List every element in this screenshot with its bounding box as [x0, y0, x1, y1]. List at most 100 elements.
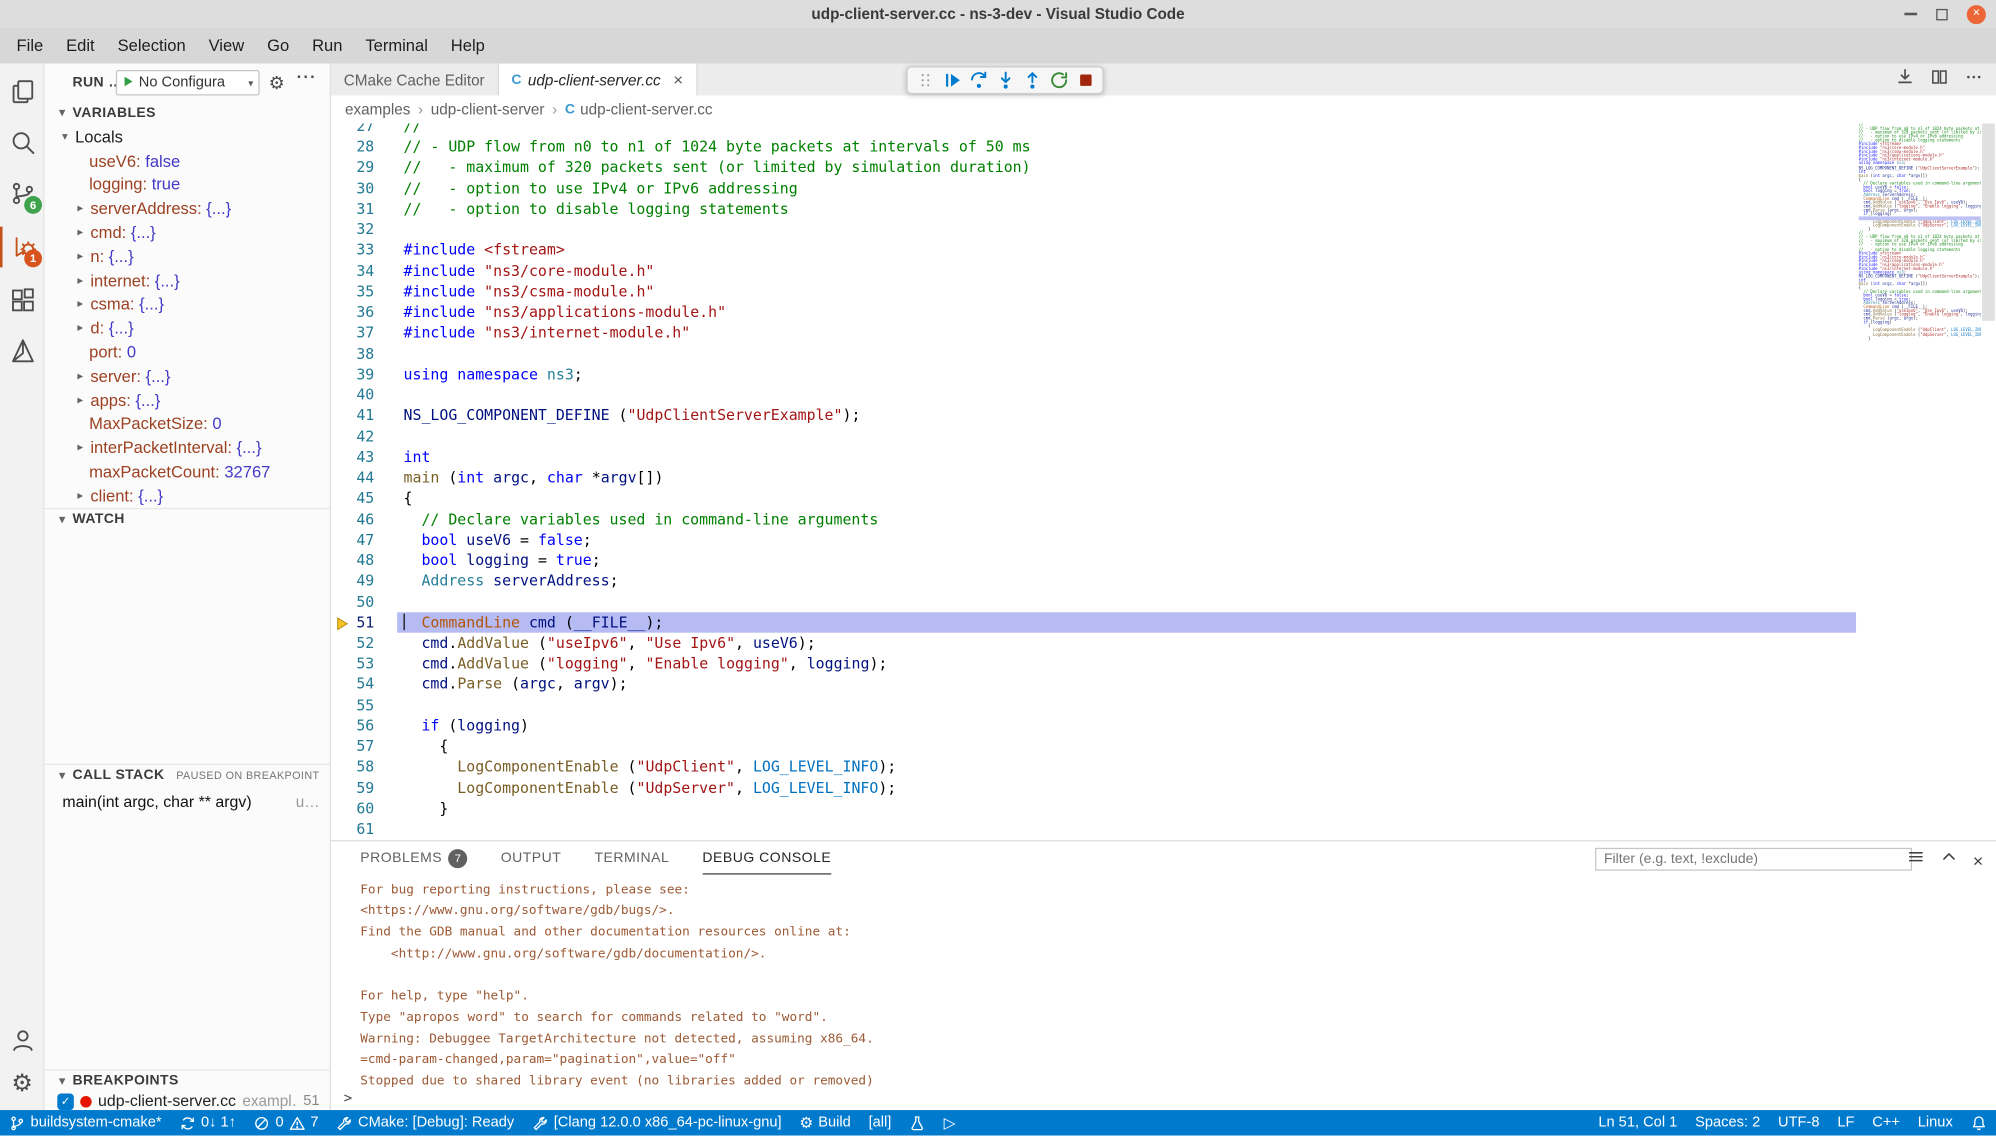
variable-row[interactable]: ▸d: {...} [45, 316, 330, 340]
panel-tab-terminal[interactable]: TERMINAL [594, 841, 669, 874]
breadcrumb-item[interactable]: udp-client-server.cc [580, 101, 712, 119]
variable-row[interactable]: ▸client: {...} [45, 484, 330, 508]
code-line[interactable]: 47 bool useV6 = false; [331, 529, 1996, 551]
code-line[interactable]: 28// - UDP flow from n0 to n1 of 1024 by… [331, 137, 1996, 159]
code-line[interactable]: 52 cmd.AddValue ("useIpv6", "Use Ipv6", … [331, 633, 1996, 655]
code-line[interactable]: 38 [331, 343, 1996, 365]
code-line[interactable]: 36#include "ns3/applications-module.h" [331, 302, 1996, 324]
cmake-icon[interactable] [0, 331, 45, 372]
code-line[interactable]: 57 { [331, 736, 1996, 758]
filter-input[interactable] [1595, 848, 1912, 871]
source-control-icon[interactable]: 6 [0, 173, 45, 214]
stop-icon[interactable] [1072, 67, 1099, 92]
variable-row[interactable]: port: 0 [45, 340, 330, 364]
code-line[interactable]: 29// - maximum of 320 packets sent (or l… [331, 157, 1996, 179]
code-line[interactable]: 46 // Declare variables used in command-… [331, 509, 1996, 531]
code-line[interactable]: 55 [331, 695, 1996, 717]
more-actions-icon[interactable] [1964, 67, 1983, 92]
menu-item-run[interactable]: Run [301, 28, 354, 64]
status-problems[interactable]: 07 [245, 1110, 328, 1135]
drag-handle-icon[interactable] [911, 67, 938, 92]
breakpoints-section-header[interactable]: ▾ BREAKPOINTS [45, 1069, 330, 1091]
status-kit[interactable]: [Clang 12.0.0 x86_64-pc-linux-gnu] [523, 1110, 790, 1135]
debug-config-dropdown[interactable]: No Configura ▾ [116, 70, 260, 95]
status-notifications[interactable] [1962, 1110, 1996, 1135]
code-line[interactable]: 42 [331, 426, 1996, 448]
menu-item-selection[interactable]: Selection [106, 28, 197, 64]
menu-item-go[interactable]: Go [256, 28, 301, 64]
code-line[interactable]: 34#include "ns3/core-module.h" [331, 261, 1996, 283]
menu-item-terminal[interactable]: Terminal [354, 28, 439, 64]
more-actions-icon[interactable]: ··· [297, 67, 317, 86]
console-filter[interactable] [1595, 847, 1912, 870]
close-panel-icon[interactable]: × [1973, 851, 1983, 869]
tab-cmake-cache-editor[interactable]: CMake Cache Editor [331, 64, 499, 96]
code-line[interactable]: 59 LogComponentEnable ("UdpServer", LOG_… [331, 777, 1996, 799]
status-language[interactable]: C++ [1863, 1110, 1909, 1135]
watch-section-header[interactable]: ▾ WATCH [45, 508, 330, 530]
chevron-up-icon[interactable] [1940, 848, 1958, 872]
output-lines-icon[interactable] [1907, 848, 1925, 872]
code-line[interactable]: 40 [331, 385, 1996, 407]
panel-tab-debug-console[interactable]: DEBUG CONSOLE [702, 841, 831, 874]
code-line[interactable]: 53 cmd.AddValue ("logging", "Enable logg… [331, 653, 1996, 675]
editor-scrollbar[interactable] [1981, 123, 1996, 570]
status-eol[interactable]: LF [1828, 1110, 1863, 1135]
call-stack-section-header[interactable]: ▾ CALL STACK PAUSED ON BREAKPOINT [45, 764, 330, 786]
step-out-icon[interactable] [1018, 67, 1045, 92]
search-icon[interactable] [0, 122, 45, 163]
variable-row[interactable]: ▸n: {...} [45, 244, 330, 268]
call-stack-frame[interactable]: main(int argc, char ** argv) u… [45, 789, 330, 813]
minimize-icon[interactable] [1904, 13, 1917, 16]
variable-row[interactable]: ▸internet: {...} [45, 268, 330, 292]
status-build[interactable]: ⚙Build [790, 1110, 859, 1135]
code-line[interactable]: 39using namespace ns3; [331, 364, 1996, 386]
tab-udp-client-server[interactable]: C udp-client-server.cc × [499, 64, 697, 96]
variable-row[interactable]: ▸cmd: {...} [45, 220, 330, 244]
menu-item-help[interactable]: Help [439, 28, 496, 64]
menu-item-edit[interactable]: Edit [55, 28, 106, 64]
download-icon[interactable] [1895, 67, 1914, 92]
variable-row[interactable]: logging: true [45, 173, 330, 197]
status-branch[interactable]: buildsystem-cmake* [0, 1110, 170, 1135]
code-editor[interactable]: 27//28// - UDP flow from n0 to n1 of 102… [331, 123, 1996, 840]
code-line[interactable]: 35#include "ns3/csma-module.h" [331, 281, 1996, 303]
code-line[interactable]: 44main (int argc, char *argv[]) [331, 467, 1996, 489]
variable-row[interactable]: ▸apps: {...} [45, 388, 330, 412]
code-line[interactable]: 30// - option to use IPv4 or IPv6 addres… [331, 178, 1996, 200]
code-line[interactable]: 48 bool logging = true; [331, 550, 1996, 572]
code-line[interactable]: 41NS_LOG_COMPONENT_DEFINE ("UdpClientSer… [331, 405, 1996, 427]
start-debug-icon[interactable] [122, 71, 135, 94]
account-icon[interactable] [0, 1020, 45, 1061]
status-launch[interactable]: ▷ [935, 1110, 965, 1135]
breadcrumb-item[interactable]: examples [345, 101, 410, 119]
console-prompt[interactable]: > [344, 1090, 352, 1107]
breakpoint-item[interactable]: ✓ udp-client-server.cc exampl… 51 [45, 1090, 330, 1110]
status-cursor-position[interactable]: Ln 51, Col 1 [1589, 1110, 1686, 1135]
gear-icon[interactable]: ⚙ [269, 73, 285, 93]
debug-console[interactable]: Type "show configuration" for configurat… [331, 875, 1996, 1111]
panel-tab-problems[interactable]: PROBLEMS7 [360, 841, 467, 874]
code-line[interactable]: 61 [331, 819, 1996, 840]
code-line[interactable]: 54 cmd.Parse (argc, argv); [331, 674, 1996, 696]
explorer-icon[interactable] [0, 71, 45, 112]
continue-icon[interactable] [938, 67, 965, 92]
minimap[interactable]: //// - UDP flow from n0 to n1 of 1024 by… [1859, 123, 1981, 403]
code-line[interactable]: 60 } [331, 798, 1996, 820]
variable-row[interactable]: MaxPacketSize: 0 [45, 412, 330, 436]
split-editor-icon[interactable] [1930, 67, 1949, 92]
breakpoint-checkbox[interactable]: ✓ [57, 1093, 74, 1110]
variable-row[interactable]: useV6: false [45, 149, 330, 173]
step-into-icon[interactable] [992, 67, 1019, 92]
panel-tab-output[interactable]: OUTPUT [501, 841, 562, 874]
code-line[interactable]: 33#include <fstream> [331, 240, 1996, 262]
variable-row[interactable]: ▸serverAddress: {...} [45, 197, 330, 221]
menu-item-view[interactable]: View [197, 28, 255, 64]
code-line[interactable]: 56 if (logging) [331, 715, 1996, 737]
status-build-target[interactable]: [all] [860, 1110, 901, 1135]
code-line[interactable]: 32 [331, 219, 1996, 241]
code-line[interactable]: 49 Address serverAddress; [331, 571, 1996, 593]
restart-icon[interactable] [1045, 67, 1072, 92]
status-sync[interactable]: 0↓ 1↑ [170, 1110, 244, 1135]
breadcrumb-item[interactable]: udp-client-server [431, 101, 545, 119]
